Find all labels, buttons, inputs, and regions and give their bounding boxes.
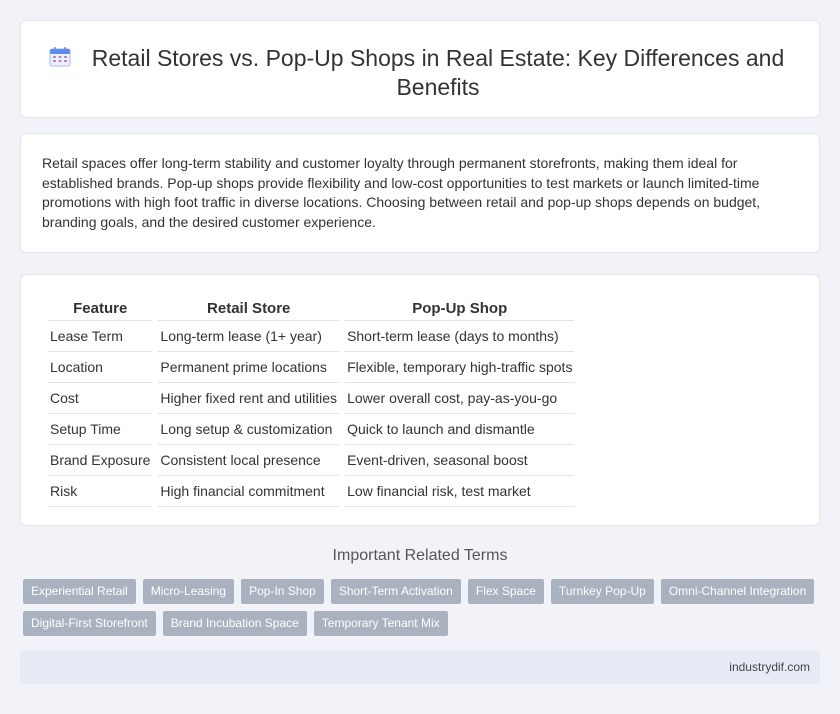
term-tag[interactable]: Brand Incubation Space: [162, 611, 307, 636]
term-tag[interactable]: Flex Space: [467, 579, 544, 604]
term-tag[interactable]: Experiential Retail: [23, 579, 136, 604]
term-tag[interactable]: Pop-In Shop: [241, 579, 324, 604]
footer-site-link[interactable]: industrydif.com: [729, 660, 810, 674]
comparison-card: Feature Retail Store Pop-Up Shop Lease T…: [20, 274, 820, 526]
table-row: Lease Term Long-term lease (1+ year) Sho…: [48, 321, 575, 352]
column-header-pop-up-shop: Pop-Up Shop: [345, 295, 575, 321]
table-cell: Low financial risk, test market: [345, 476, 575, 507]
table-row: Brand Exposure Consistent local presence…: [48, 445, 575, 476]
table-cell: Event-driven, seasonal boost: [345, 445, 575, 476]
table-cell: Location: [48, 352, 153, 383]
term-tag[interactable]: Short-Term Activation: [330, 579, 461, 604]
intro-card: Retail spaces offer long-term stability …: [20, 133, 820, 253]
column-header-retail-store: Retail Store: [158, 295, 340, 321]
table-cell: Short-term lease (days to months): [345, 321, 575, 352]
table-cell: Lease Term: [48, 321, 153, 352]
page-title: Retail Stores vs. Pop-Up Shops in Real E…: [91, 45, 785, 100]
comparison-table: Feature Retail Store Pop-Up Shop Lease T…: [42, 295, 580, 507]
table-header-row: Feature Retail Store Pop-Up Shop: [48, 295, 575, 321]
term-tag[interactable]: Turnkey Pop-Up: [550, 579, 654, 604]
table-row: Cost Higher fixed rent and utilities Low…: [48, 383, 575, 414]
column-header-feature: Feature: [48, 295, 153, 321]
related-terms-title: Important Related Terms: [332, 547, 508, 564]
table-cell: Cost: [48, 383, 153, 414]
related-terms-list: Experiential Retail Micro-Leasing Pop-In…: [23, 579, 823, 643]
table-cell: Quick to launch and dismantle: [345, 414, 575, 445]
table-row: Setup Time Long setup & customization Qu…: [48, 414, 575, 445]
table-row: Location Permanent prime locations Flexi…: [48, 352, 575, 383]
table-cell: Setup Time: [48, 414, 153, 445]
table-cell: Higher fixed rent and utilities: [158, 383, 340, 414]
table-cell: High financial commitment: [158, 476, 340, 507]
table-row: Risk High financial commitment Low finan…: [48, 476, 575, 507]
table-cell: Lower overall cost, pay-as-you-go: [345, 383, 575, 414]
table-cell: Permanent prime locations: [158, 352, 340, 383]
table-cell: Long setup & customization: [158, 414, 340, 445]
table-cell: Long-term lease (1+ year): [158, 321, 340, 352]
term-tag[interactable]: Temporary Tenant Mix: [313, 611, 448, 636]
footer: industrydif.com: [20, 650, 820, 684]
term-tag[interactable]: Omni-Channel Integration: [660, 579, 815, 604]
table-cell: Flexible, temporary high-traffic spots: [345, 352, 575, 383]
table-cell: Risk: [48, 476, 153, 507]
header-card: Retail Stores vs. Pop-Up Shops in Real E…: [20, 20, 820, 118]
term-tag[interactable]: Micro-Leasing: [142, 579, 235, 604]
intro-paragraph: Retail spaces offer long-term stability …: [42, 155, 761, 230]
table-cell: Brand Exposure: [48, 445, 153, 476]
term-tag[interactable]: Digital-First Storefront: [23, 611, 156, 636]
table-cell: Consistent local presence: [158, 445, 340, 476]
